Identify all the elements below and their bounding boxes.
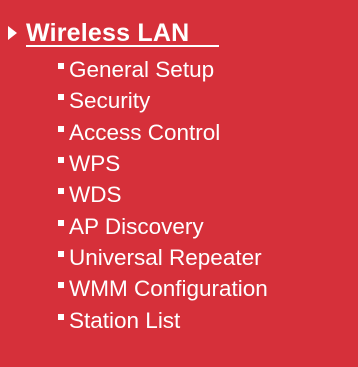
header-underline	[26, 45, 219, 47]
submenu-item-wds[interactable]: WDS	[58, 179, 268, 210]
submenu-item-label: WDS	[69, 182, 122, 208]
submenu-list: General Setup Security Access Control WP…	[58, 54, 268, 336]
submenu-item-label: Station List	[69, 307, 181, 333]
submenu-item-label: WMM Configuration	[69, 276, 268, 302]
bullet-icon	[58, 157, 64, 164]
bullet-icon	[58, 94, 64, 101]
bullet-icon	[58, 188, 64, 195]
wireless-lan-menu: Wireless LAN General Setup Security Acce…	[0, 0, 358, 367]
bullet-icon	[58, 63, 64, 70]
bullet-icon	[58, 282, 64, 289]
submenu-item-general-setup[interactable]: General Setup	[58, 54, 268, 85]
submenu-item-ap-discovery[interactable]: AP Discovery	[58, 210, 268, 241]
submenu-item-wmm-configuration[interactable]: WMM Configuration	[58, 273, 268, 304]
submenu-item-universal-repeater[interactable]: Universal Repeater	[58, 242, 268, 273]
submenu-item-label: WPS	[69, 151, 121, 177]
bullet-icon	[58, 219, 64, 226]
submenu-item-station-list[interactable]: Station List	[58, 304, 268, 335]
arrow-right-icon	[8, 26, 17, 40]
submenu-item-label: Universal Repeater	[69, 244, 262, 270]
submenu-item-label: AP Discovery	[69, 213, 204, 239]
submenu-item-access-control[interactable]: Access Control	[58, 117, 268, 148]
bullet-icon	[58, 313, 64, 320]
bullet-icon	[58, 125, 64, 132]
bullet-icon	[58, 250, 64, 257]
submenu-item-label: General Setup	[69, 57, 215, 83]
submenu-item-label: Access Control	[69, 119, 221, 145]
submenu-item-wps[interactable]: WPS	[58, 148, 268, 179]
submenu-item-security[interactable]: Security	[58, 85, 268, 116]
submenu-item-label: Security	[69, 88, 151, 114]
